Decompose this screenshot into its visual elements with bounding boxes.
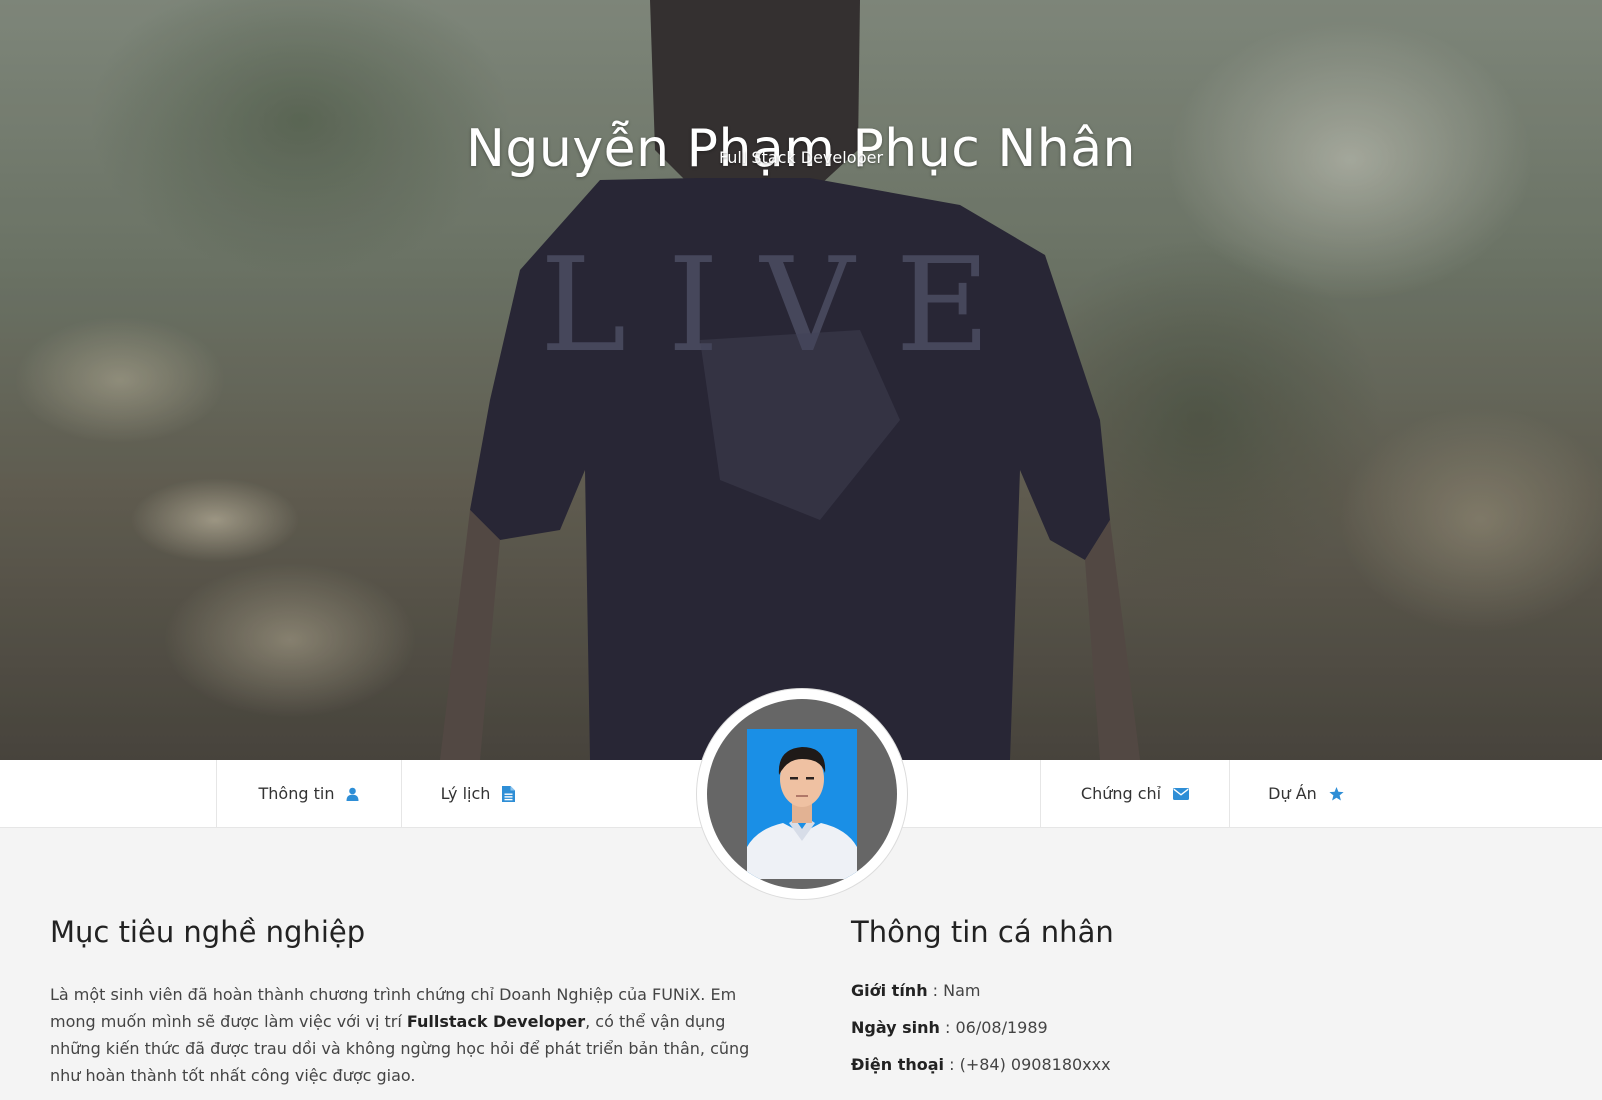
- info-value: 06/08/1989: [955, 1018, 1048, 1037]
- nav-label: Lý lịch: [440, 784, 491, 803]
- profile-avatar: [697, 689, 907, 899]
- career-objective-heading: Mục tiêu nghề nghiệp: [50, 915, 366, 949]
- info-row-phone: Điện thoại : (+84) 0908180xxx: [851, 1055, 1111, 1074]
- nav-label: Dự Án: [1268, 784, 1317, 803]
- nav-item-thong-tin[interactable]: Thông tin: [217, 760, 401, 827]
- info-row-gender: Giới tính : Nam: [851, 981, 981, 1000]
- objective-highlight: Fullstack Developer: [406, 1012, 586, 1031]
- career-objective-section: Mục tiêu nghề nghiệp Là một sinh viên đã…: [50, 915, 770, 1089]
- career-objective-text: Là một sinh viên đã hoàn thành chương tr…: [50, 981, 770, 1089]
- star-icon: [1329, 786, 1344, 801]
- nav-label: Chứng chỉ: [1080, 784, 1162, 803]
- avatar-background: [707, 699, 897, 889]
- nav-label: Thông tin: [258, 784, 335, 803]
- info-label: Ngày sinh: [851, 1018, 940, 1037]
- nav-item-ly-lich[interactable]: Lý lịch: [402, 760, 554, 827]
- user-icon: [346, 787, 359, 801]
- info-value: Nam: [943, 981, 981, 1000]
- info-row-birthdate: Ngày sinh : 06/08/1989: [851, 1018, 1048, 1037]
- hero-overlay: [0, 0, 1602, 760]
- info-label: Điện thoại: [851, 1055, 945, 1074]
- envelope-icon: [1173, 787, 1190, 800]
- personal-info-list: Giới tính : Nam Ngày sinh : 06/08/1989 Đ…: [851, 981, 1551, 1092]
- personal-info-section: Thông tin cá nhân Giới tính : Nam Ngày s…: [851, 915, 1551, 1092]
- hero-job-title: Full Stack Developer: [718, 148, 884, 167]
- hero-banner: L I V E Nguyễn Phạm Phục Nhân Full Stack…: [0, 0, 1602, 760]
- document-icon: [502, 785, 516, 802]
- nav-item-du-an[interactable]: Dự Án: [1230, 760, 1382, 827]
- info-label: Giới tính: [851, 981, 928, 1000]
- personal-info-heading: Thông tin cá nhân: [851, 915, 1114, 949]
- profile-photo: [747, 729, 857, 879]
- nav-item-chung-chi[interactable]: Chứng chỉ: [1041, 760, 1229, 827]
- info-value: (+84) 0908180xxx: [959, 1055, 1111, 1074]
